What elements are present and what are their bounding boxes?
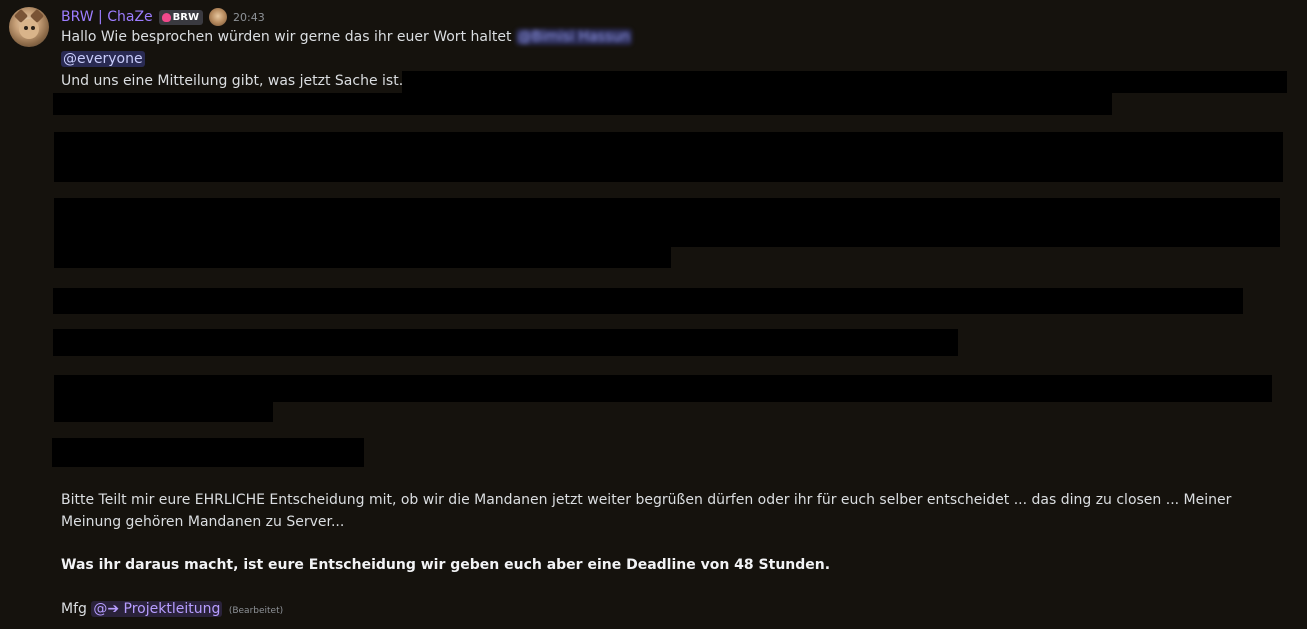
redaction-block xyxy=(54,132,1283,182)
chat-message: BRW | ChaZe BRW 20:43 Hallo Wie besproch… xyxy=(0,0,1307,629)
server-tag-label: BRW xyxy=(172,11,200,23)
redaction-block xyxy=(53,288,1243,314)
message-line-2: @everyone xyxy=(61,49,145,69)
redaction-block xyxy=(54,246,671,268)
redaction-block xyxy=(54,375,1272,402)
message-line-1: Hallo Wie besprochen würden wir gerne da… xyxy=(61,27,632,47)
redaction-block xyxy=(53,93,1112,115)
user-mention[interactable]: @Bimisi Hassun xyxy=(515,29,632,45)
redaction-block xyxy=(54,401,273,422)
role-icon xyxy=(209,8,228,26)
flame-icon xyxy=(161,12,171,22)
author-username[interactable]: BRW | ChaZe xyxy=(61,9,153,25)
role-mention[interactable]: @➔ Projektleitung xyxy=(91,601,223,617)
server-tag[interactable]: BRW xyxy=(158,9,204,25)
deadline-text: Was ihr daraus macht, ist eure Entscheid… xyxy=(61,557,831,573)
everyone-mention[interactable]: @everyone xyxy=(61,51,145,67)
edited-marker: (Bearbeitet) xyxy=(228,606,284,616)
redaction-block xyxy=(52,438,364,467)
signoff-line: Mfg @➔ Projektleitung (Bearbeitet) xyxy=(61,599,283,621)
redaction-block xyxy=(53,329,958,356)
message-timestamp[interactable]: 20:43 xyxy=(233,11,265,24)
redaction-block xyxy=(54,198,1280,247)
line-1-text: Hallo Wie besprochen würden wir gerne da… xyxy=(61,29,516,45)
message-line-3: Und uns eine Mitteilung gibt, was jetzt … xyxy=(61,71,417,91)
redaction-block xyxy=(402,71,1287,93)
author-avatar[interactable] xyxy=(9,7,49,47)
message-paragraph: Bitte Teilt mir eure EHRLICHE Entscheidu… xyxy=(61,492,1232,530)
line-3-text: Und uns eine Mitteilung gibt, was jetzt … xyxy=(61,73,417,89)
signoff-text: Mfg xyxy=(61,601,92,617)
message-header: BRW | ChaZe BRW 20:43 xyxy=(61,7,265,27)
